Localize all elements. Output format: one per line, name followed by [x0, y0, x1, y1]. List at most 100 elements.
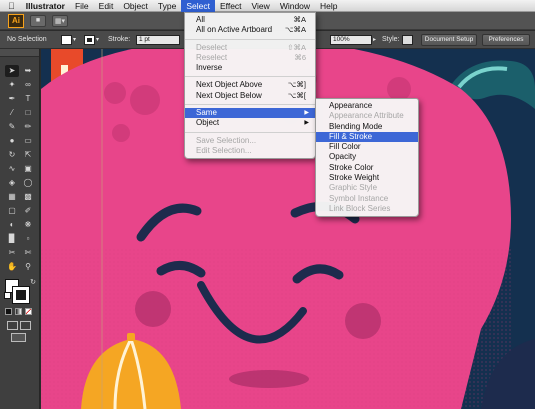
- menu-file[interactable]: File: [70, 0, 94, 12]
- none-mode-icon[interactable]: [25, 308, 32, 315]
- magic-wand-tool-icon[interactable]: ✦: [5, 79, 19, 91]
- blend-tool-icon[interactable]: ◐: [5, 219, 19, 231]
- submenu-item-fill-stroke[interactable]: Fill & Stroke: [316, 131, 418, 143]
- slice-tool-icon[interactable]: ✂: [5, 247, 19, 259]
- bridge-button[interactable]: ■: [30, 14, 46, 27]
- menu-illustrator[interactable]: Illustrator: [21, 0, 70, 12]
- menu-item-next-object-below[interactable]: Next Object Below ⌥⌘[: [185, 91, 315, 101]
- swap-fill-stroke-icon[interactable]: ↻: [26, 277, 40, 289]
- scale-tool-icon[interactable]: ⇱: [21, 149, 35, 161]
- menu-item-object[interactable]: Object ▶: [185, 118, 315, 128]
- right-cheek: [345, 303, 381, 339]
- hand-tool-icon[interactable]: ✋: [5, 261, 19, 273]
- menu-item-edit-selection: Edit Selection...: [185, 146, 315, 156]
- stroke-label: Stroke:: [108, 36, 131, 43]
- pen-tool-icon[interactable]: ✒: [5, 93, 19, 105]
- draw-normal-icon[interactable]: [7, 321, 18, 330]
- eraser-tool-icon[interactable]: ▭: [21, 135, 35, 147]
- menu-type[interactable]: Type: [153, 0, 181, 12]
- menu-item-shortcut: ⌥⌘A: [284, 25, 306, 35]
- rectangle-tool-icon[interactable]: □: [21, 107, 35, 119]
- submenu-arrow-icon: ▶: [304, 120, 309, 127]
- preferences-button[interactable]: Preferences: [482, 34, 530, 46]
- menu-effect[interactable]: Effect: [215, 0, 247, 12]
- menu-object[interactable]: Object: [118, 0, 153, 12]
- arrange-documents-button[interactable]: ▦▾: [52, 14, 68, 27]
- menu-help[interactable]: Help: [315, 0, 342, 12]
- opacity-field[interactable]: 100%: [330, 35, 372, 45]
- submenu-item-opacity[interactable]: Opacity: [316, 152, 418, 162]
- document-setup-button[interactable]: Document Setup: [421, 34, 477, 46]
- paintbrush-tool-icon[interactable]: ✎: [5, 121, 19, 133]
- column-graph-tool-icon[interactable]: ▉: [5, 233, 19, 245]
- menu-item-save-selection: Save Selection...: [185, 136, 315, 146]
- menu-item-all-on-active-artboard[interactable]: All on Active Artboard ⌥⌘A: [185, 25, 315, 35]
- menu-item-reselect: Reselect ⌘6: [185, 53, 315, 63]
- warp-tool-icon[interactable]: ∿: [5, 163, 19, 175]
- menu-separator: [185, 38, 315, 40]
- gradient-tool-icon[interactable]: ▢: [5, 205, 19, 217]
- chevron-down-icon[interactable]: ▾: [73, 31, 76, 49]
- selection-status: No Selection: [7, 36, 47, 43]
- chevron-down-icon[interactable]: ▾: [96, 31, 99, 49]
- style-label: Style:: [382, 36, 400, 43]
- menu-view[interactable]: View: [247, 0, 275, 12]
- submenu-item-appearance[interactable]: Appearance: [316, 101, 418, 111]
- selection-tool-icon[interactable]: ➤: [5, 65, 19, 77]
- menu-item-all[interactable]: All ⌘A: [185, 15, 315, 25]
- perspective-grid-tool-icon[interactable]: ▦: [5, 191, 19, 203]
- submenu-item-stroke-color[interactable]: Stroke Color: [316, 163, 418, 173]
- submenu-item-stroke-weight[interactable]: Stroke Weight: [316, 173, 418, 183]
- pencil-tool-icon[interactable]: ✏: [21, 121, 35, 133]
- apple-menu-icon[interactable]: : [0, 0, 21, 12]
- blob-brush-tool-icon[interactable]: ●: [5, 135, 19, 147]
- mesh-tool-icon[interactable]: ▩: [21, 191, 35, 203]
- menu-item-shortcut: ⌥⌘]: [287, 80, 306, 90]
- submenu-item-link-block-series: Link Block Series: [329, 203, 391, 213]
- zoom-tool-icon[interactable]: ⚲: [21, 261, 35, 273]
- menu-item-inverse[interactable]: Inverse: [185, 63, 315, 73]
- menu-select[interactable]: Select: [181, 0, 215, 12]
- fill-swatch[interactable]: [61, 35, 72, 45]
- menu-item-label: All: [196, 15, 205, 24]
- menu-item-next-object-above[interactable]: Next Object Above ⌥⌘]: [185, 80, 315, 90]
- menu-item-label: Reselect: [196, 52, 228, 62]
- panel-grip[interactable]: [0, 49, 39, 57]
- symbol-sprayer-tool-icon[interactable]: ❋: [21, 219, 35, 231]
- default-colors-icon[interactable]: [4, 292, 11, 299]
- lasso-tool-icon[interactable]: ∞: [21, 79, 35, 91]
- artboard-tool-icon[interactable]: ▫: [21, 233, 35, 245]
- submenu-item-blending-mode[interactable]: Blending Mode: [316, 122, 418, 132]
- stroke-weight-field[interactable]: 1 pt: [136, 35, 180, 45]
- rotate-tool-icon[interactable]: ↻: [5, 149, 19, 161]
- menu-item-label: Edit Selection...: [196, 145, 252, 155]
- menu-item-label: Deselect: [196, 42, 228, 52]
- draw-behind-icon[interactable]: [20, 321, 31, 330]
- menu-separator: [185, 131, 315, 133]
- type-tool-icon[interactable]: T: [21, 93, 35, 105]
- graphic-style-swatch[interactable]: [402, 35, 413, 45]
- menu-item-label: Inverse: [196, 63, 223, 73]
- menu-window[interactable]: Window: [275, 0, 315, 12]
- gradient-mode-icon[interactable]: [15, 308, 22, 315]
- same-submenu-dropdown: Appearance Appearance Attribute Blending M…: [315, 98, 419, 218]
- stroke-color-box[interactable]: [13, 287, 29, 303]
- line-tool-icon[interactable]: ⁄: [5, 107, 19, 119]
- live-paint-tool-icon[interactable]: ◯: [21, 177, 35, 189]
- menu-edit[interactable]: Edit: [94, 0, 119, 12]
- free-transform-tool-icon[interactable]: ▣: [21, 163, 35, 175]
- menu-item-label: Same: [196, 108, 217, 118]
- chevron-right-icon[interactable]: ▸: [373, 31, 376, 49]
- color-mode-icon[interactable]: [5, 308, 12, 315]
- eyedropper-tool-icon[interactable]: ✐: [21, 205, 35, 217]
- screen-mode-icon[interactable]: [11, 333, 26, 342]
- stroke-swatch[interactable]: [84, 35, 95, 45]
- menu-item-label: All on Active Artboard: [196, 25, 273, 35]
- scissors-tool-icon[interactable]: ✄: [21, 247, 35, 259]
- submenu-item-fill-color[interactable]: Fill Color: [316, 142, 418, 152]
- select-menu-dropdown: All ⌘A All on Active Artboard ⌥⌘A Deselect ⇧⌘…: [184, 12, 316, 160]
- tools-panel: ➤ ➥ ✦ ∞ ✒ T ⁄ □ ✎ ✏ ● ▭ ↻ ⇱ ∿ ▣ ◈ ◯ ▦ ▩ …: [0, 49, 40, 409]
- menu-item-same[interactable]: Same ▶: [185, 108, 315, 119]
- direct-selection-tool-icon[interactable]: ➥: [21, 65, 35, 77]
- shape-builder-tool-icon[interactable]: ◈: [5, 177, 19, 189]
